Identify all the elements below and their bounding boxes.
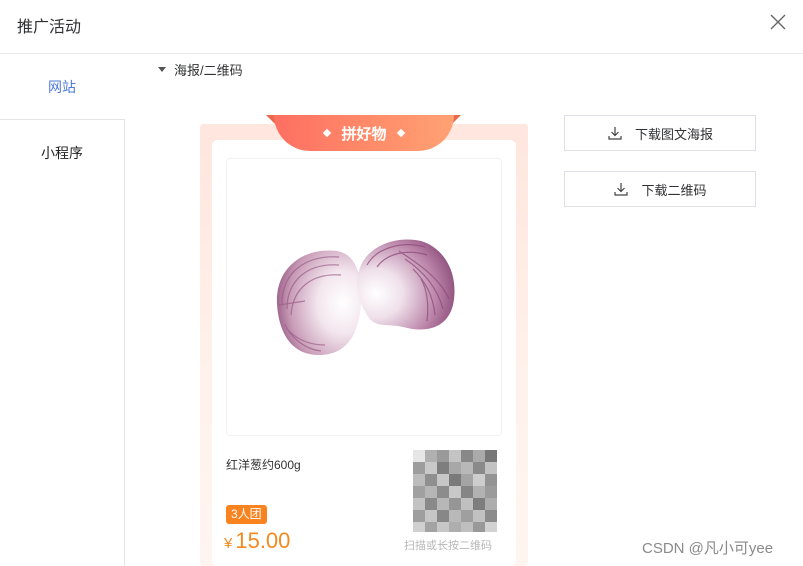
dialog-header: 推广活动 bbox=[0, 0, 803, 54]
product-image bbox=[226, 158, 502, 436]
sidebar-item-website[interactable]: 网站 bbox=[0, 55, 125, 119]
poster-qr-section-toggle[interactable]: 海报/二维码 bbox=[158, 59, 243, 79]
currency-symbol: ¥ bbox=[224, 535, 233, 552]
diamond-icon bbox=[396, 128, 405, 138]
sidebar-item-label: 网站 bbox=[48, 79, 76, 95]
red-onion-image bbox=[276, 239, 455, 355]
price-value: 15.00 bbox=[235, 528, 291, 553]
ribbon-label: 拼好物 bbox=[341, 125, 387, 143]
section-label: 海报/二维码 bbox=[174, 62, 243, 78]
download-poster-label: 下载图文海报 bbox=[634, 126, 713, 142]
group-buy-badge: 3人团 bbox=[226, 505, 267, 524]
download-qr-label: 下载二维码 bbox=[641, 182, 707, 198]
dialog-title: 推广活动 bbox=[17, 19, 82, 36]
sidebar: 网站 小程序 bbox=[0, 55, 125, 566]
watermark: CSDN @凡小可yee bbox=[642, 540, 774, 557]
qr-tip: 扫描或长按二维码 bbox=[404, 540, 492, 552]
sidebar-item-miniprogram[interactable]: 小程序 bbox=[0, 119, 125, 566]
poster-ribbon: 拼好物 bbox=[274, 115, 454, 151]
diamond-icon bbox=[323, 128, 332, 138]
product-name: 红洋葱约600g bbox=[226, 458, 301, 472]
sidebar-item-label: 小程序 bbox=[41, 145, 83, 161]
qr-code-image bbox=[413, 450, 497, 532]
download-qr-button[interactable]: 下载二维码 bbox=[564, 171, 756, 207]
price-label: ¥15.00 bbox=[224, 527, 290, 558]
download-poster-button[interactable]: 下载图文海报 bbox=[564, 115, 756, 151]
close-icon[interactable] bbox=[768, 12, 788, 32]
download-icon bbox=[608, 127, 622, 140]
download-icon bbox=[614, 183, 629, 196]
caret-down-icon bbox=[158, 66, 166, 72]
